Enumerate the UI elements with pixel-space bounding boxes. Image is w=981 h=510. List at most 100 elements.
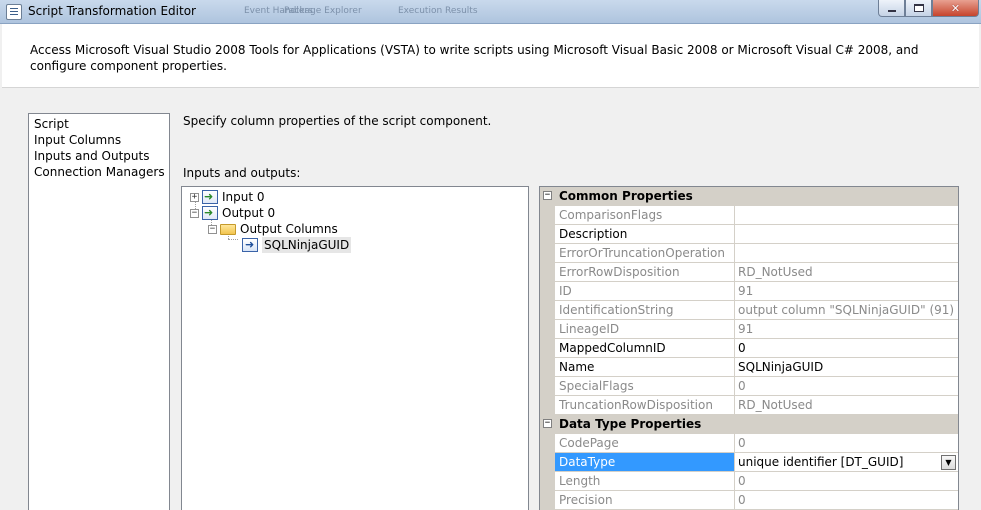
nav-item-inputs-and-outputs[interactable]: Inputs and Outputs (29, 148, 169, 164)
tree-node-sqlninjaguid[interactable]: SQLNinjaGUID (242, 237, 352, 253)
grid-gutter (540, 491, 555, 510)
property-name: ID (555, 282, 735, 301)
background-tab-execution-results: Execution Results (398, 6, 478, 16)
grid-gutter (540, 320, 555, 339)
property-row-comparisonflags[interactable]: ComparisonFlags (540, 206, 958, 225)
grid-gutter (540, 206, 555, 225)
property-grid: − Common Properties ComparisonFlags Desc… (539, 186, 959, 510)
property-value: 0 (735, 491, 958, 510)
tree-line (228, 239, 238, 240)
property-row-truncationrowdisposition[interactable]: TruncationRowDisposition RD_NotUsed (540, 396, 958, 415)
category-data-type-properties[interactable]: − Data Type Properties (540, 415, 958, 434)
tree-node-output-0[interactable]: − Output 0 (190, 205, 275, 221)
property-name: LineageID (555, 320, 735, 339)
property-value: RD_NotUsed (735, 396, 958, 415)
close-icon: ✕ (950, 1, 961, 15)
grid-gutter (540, 282, 555, 301)
grid-gutter (540, 225, 555, 244)
inputs-outputs-label: Inputs and outputs: (183, 166, 301, 180)
property-row-datatype[interactable]: DataType unique identifier [DT_GUID] ▼ (540, 453, 958, 472)
property-value: 0 (735, 377, 958, 396)
property-value (735, 244, 958, 263)
tree-node-output-columns[interactable]: − Output Columns (208, 221, 338, 237)
tree-node-label: Output 0 (222, 206, 276, 220)
property-value: output column "SQLNinjaGUID" (91) (735, 301, 958, 320)
maximize-button[interactable] (905, 0, 932, 17)
collapse-icon[interactable]: − (543, 419, 552, 428)
property-row-identificationstring[interactable]: IdentificationString output column "SQLN… (540, 301, 958, 320)
collapse-icon[interactable]: − (543, 191, 552, 200)
property-row-name[interactable]: Name SQLNinjaGUID (540, 358, 958, 377)
property-name: ComparisonFlags (555, 206, 735, 225)
property-value: RD_NotUsed (735, 263, 958, 282)
property-row-precision[interactable]: Precision 0 (540, 491, 958, 510)
property-name: Precision (555, 491, 735, 510)
property-name: SpecialFlags (555, 377, 735, 396)
grid-gutter (540, 472, 555, 491)
property-name: TruncationRowDisposition (555, 396, 735, 415)
property-name: Length (555, 472, 735, 491)
dropdown-selected-value: unique identifier [DT_GUID] (738, 455, 904, 469)
property-row-specialflags[interactable]: SpecialFlags 0 (540, 377, 958, 396)
window-title: Script Transformation Editor (28, 4, 196, 18)
close-button[interactable]: ✕ (932, 0, 979, 17)
property-name: IdentificationString (555, 301, 735, 320)
property-row-lineageid[interactable]: LineageID 91 (540, 320, 958, 339)
nav-item-input-columns[interactable]: Input Columns (29, 132, 169, 148)
property-name: ErrorOrTruncationOperation (555, 244, 735, 263)
expand-icon[interactable]: + (190, 192, 199, 202)
property-name: MappedColumnID (555, 339, 735, 358)
grid-gutter (540, 453, 555, 472)
tree-node-label: Input 0 (222, 190, 265, 204)
output-column-icon (242, 237, 258, 253)
property-row-id[interactable]: ID 91 (540, 282, 958, 301)
property-value-input[interactable] (735, 225, 958, 244)
page-nav-list: Script Input Columns Inputs and Outputs … (28, 113, 170, 510)
category-label: Data Type Properties (559, 417, 702, 431)
category-label: Common Properties (559, 189, 693, 203)
grid-gutter (540, 301, 555, 320)
property-name: ErrorRowDisposition (555, 263, 735, 282)
main-panel: Script Input Columns Inputs and Outputs … (2, 89, 979, 510)
property-name: CodePage (555, 434, 735, 453)
page-instruction: Specify column properties of the script … (183, 114, 492, 128)
inputs-outputs-tree: + Input 0 − Output 0 − Output Columns SQ… (181, 186, 529, 510)
property-row-codepage[interactable]: CodePage 0 (540, 434, 958, 453)
property-value (735, 206, 958, 225)
dropdown-arrow-icon[interactable]: ▼ (941, 455, 956, 470)
property-row-length[interactable]: Length 0 (540, 472, 958, 491)
editor-description: Access Microsoft Visual Studio 2008 Tool… (30, 43, 919, 73)
header-panel: Access Microsoft Visual Studio 2008 Tool… (2, 24, 979, 88)
property-value: 0 (735, 434, 958, 453)
collapse-icon[interactable]: − (208, 224, 217, 234)
nav-item-connection-managers[interactable]: Connection Managers (29, 164, 169, 180)
grid-gutter (540, 244, 555, 263)
property-value: 91 (735, 320, 958, 339)
tree-node-input-0[interactable]: + Input 0 (190, 189, 265, 205)
property-row-errorrowdisposition[interactable]: ErrorRowDisposition RD_NotUsed (540, 263, 958, 282)
property-value-input[interactable]: 0 (735, 339, 958, 358)
property-row-description[interactable]: Description (540, 225, 958, 244)
title-bar: Script Transformation Editor Event Handl… (0, 0, 981, 24)
background-tab-package-explorer: Package Explorer (284, 6, 362, 16)
grid-gutter (540, 377, 555, 396)
folder-icon (220, 223, 236, 235)
property-row-mappedcolumnid[interactable]: MappedColumnID 0 (540, 339, 958, 358)
collapse-icon[interactable]: − (190, 208, 199, 218)
grid-gutter (540, 339, 555, 358)
category-common-properties[interactable]: − Common Properties (540, 187, 958, 206)
property-name-selected: DataType (555, 453, 735, 472)
maximize-icon (913, 4, 924, 12)
datatype-dropdown[interactable]: unique identifier [DT_GUID] ▼ (735, 453, 958, 472)
input-icon (202, 189, 218, 205)
property-value-input[interactable]: SQLNinjaGUID (735, 358, 958, 377)
window-controls: ✕ (878, 0, 979, 18)
grid-gutter (540, 434, 555, 453)
minimize-button[interactable] (878, 0, 905, 17)
grid-gutter (540, 358, 555, 377)
grid-gutter (540, 396, 555, 415)
nav-item-script[interactable]: Script (29, 116, 169, 132)
script-editor-icon (6, 4, 22, 20)
property-row-errorortruncationoperation[interactable]: ErrorOrTruncationOperation (540, 244, 958, 263)
tree-node-label: SQLNinjaGUID (262, 237, 352, 253)
